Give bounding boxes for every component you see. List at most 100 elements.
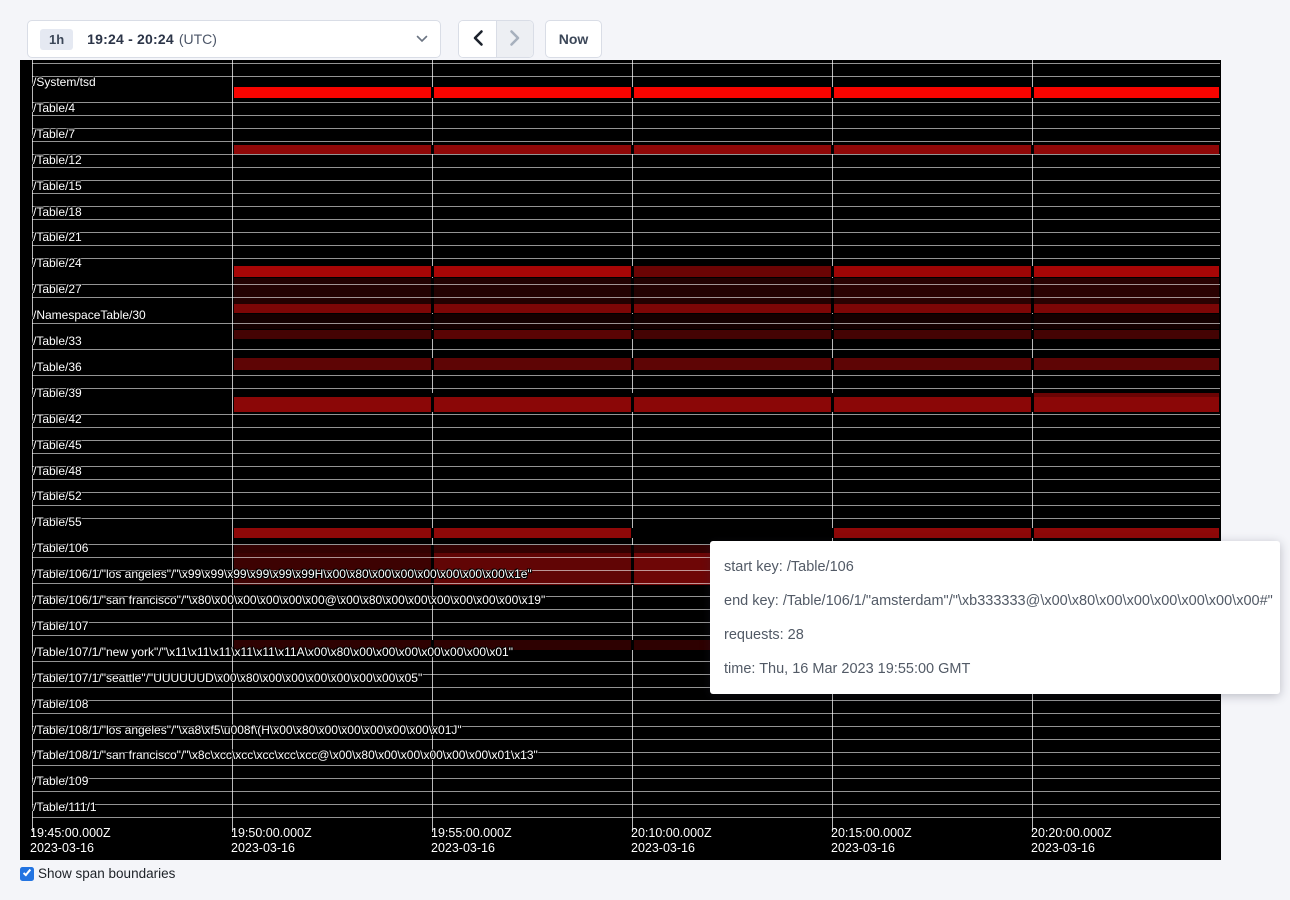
span-boundary-line [32,297,1220,298]
span-boundary-line [32,349,1220,350]
heat-band-cell [834,314,1031,329]
heat-band-cell [634,330,831,339]
span-key-label: /Table/12 [33,154,82,167]
heat-band-cell [234,145,431,154]
time-range-selector[interactable]: 1h 19:24 - 20:24 (UTC) [27,20,441,58]
heat-band-cell [434,87,631,98]
span-boundary-line [32,778,1220,779]
span-key-label: /Table/107 [33,620,88,633]
time-axis-label: 19:55:00.000Z2023-03-16 [431,826,512,856]
heat-band-cell [634,145,831,154]
span-boundary-line [32,115,1220,116]
span-key-label: /Table/21 [33,231,82,244]
heat-band-cell [834,330,1031,339]
heat-band-cell [834,304,1031,313]
range-nav-group [458,20,534,58]
span-key-label: /Table/108 [33,698,88,711]
heat-band-cell [634,266,831,277]
show-span-boundaries-control[interactable]: Show span boundaries [20,866,175,881]
span-key-label: /Table/52 [33,490,82,503]
axis-time: 19:45:00.000Z [30,826,111,841]
heat-band-cell [1034,528,1219,538]
span-boundary-line [32,128,1220,129]
show-span-boundaries-label: Show span boundaries [38,866,175,881]
time-gridline [432,60,433,832]
heat-band-cell [434,304,631,313]
tooltip-start-key: start key: /Table/106 [724,550,1266,584]
heat-band-cell [634,304,831,313]
heat-band-cell [434,358,631,370]
span-key-label: /Table/33 [33,335,82,348]
span-boundary-line [32,219,1220,220]
span-boundary-line [32,427,1220,428]
heat-band-cell [834,397,1031,412]
span-boundary-line [32,739,1220,740]
tooltip-time: time: Thu, 16 Mar 2023 19:55:00 GMT [724,652,1266,686]
span-key-label: /Table/45 [33,439,82,452]
key-visualizer-canvas[interactable]: /System/tsd/Table/4/Table/7/Table/12/Tab… [20,60,1221,860]
heat-band-cell [834,528,1031,538]
time-gridline [232,60,233,832]
heat-band-cell [634,278,831,304]
span-boundary-line [32,323,1220,324]
span-boundary-line [32,193,1220,194]
prev-range-button[interactable] [459,21,496,57]
span-boundary-line [32,453,1220,454]
heat-band-cell [234,330,431,339]
time-axis-label: 20:15:00.000Z2023-03-16 [831,826,912,856]
span-boundary-line [32,765,1220,766]
span-boundary-line [32,804,1220,805]
chevron-right-icon [509,29,521,50]
axis-time: 20:20:00.000Z [1031,826,1112,841]
show-span-boundaries-checkbox[interactable] [20,867,34,881]
heat-band-cell [634,397,831,412]
chevron-left-icon [472,29,484,50]
axis-time: 19:50:00.000Z [231,826,312,841]
span-key-label: /Table/109 [33,775,88,788]
heat-band-cell [234,314,431,329]
axis-date: 2023-03-16 [231,841,312,856]
span-key-label: /Table/106/1/"los angeles"/"\x99\x99\x99… [33,568,532,581]
heat-band-cell [434,330,631,339]
span-boundary-line [32,167,1220,168]
heat-band-cell [234,278,431,304]
heat-band-cell [234,304,431,313]
axis-date: 2023-03-16 [631,841,712,856]
heat-band-cell [1034,314,1219,329]
axis-date: 2023-03-16 [431,841,512,856]
span-key-label: /Table/106/1/"san francisco"/"\x80\x00\x… [33,594,545,607]
range-duration-badge: 1h [40,29,73,50]
axis-date: 2023-03-16 [831,841,912,856]
span-boundary-line [32,479,1220,480]
span-key-label: /Table/107/1/"new york"/"\x11\x11\x11\x1… [33,646,513,659]
span-key-label: /Table/106 [33,542,88,555]
span-key-label: /Table/111/1 [33,801,97,814]
heat-band-cell [1034,266,1219,277]
span-boundary-line [32,492,1220,493]
chevron-down-icon [416,35,428,43]
heat-band-cell [234,87,431,98]
time-gridline [832,60,833,832]
span-boundary-line [32,284,1220,285]
span-key-label: /Table/55 [33,516,82,529]
hover-tooltip: start key: /Table/106 end key: /Table/10… [710,541,1280,694]
tooltip-end-key: end key: /Table/106/1/"amsterdam"/"\xb33… [724,584,1266,618]
span-boundary-line [32,102,1220,103]
heat-band-cell [834,278,1031,304]
next-range-button[interactable] [496,21,533,57]
time-axis-label: 20:10:00.000Z2023-03-16 [631,826,712,856]
span-boundary-line [32,375,1220,376]
span-boundary-line [32,76,1220,77]
heat-band-cell [434,145,631,154]
heat-band-cell [1034,358,1219,370]
span-boundary-line [32,206,1220,207]
heat-band-cell [1034,330,1219,339]
range-label: 19:24 - 20:24 [87,31,174,47]
heat-band-cell [434,545,631,553]
heat-band-cell [1034,397,1219,412]
span-key-label: /Table/27 [33,283,82,296]
now-button[interactable]: Now [545,20,602,58]
span-key-label: /Table/36 [33,361,82,374]
heat-band-cell [434,314,631,329]
span-boundary-line [32,713,1220,714]
